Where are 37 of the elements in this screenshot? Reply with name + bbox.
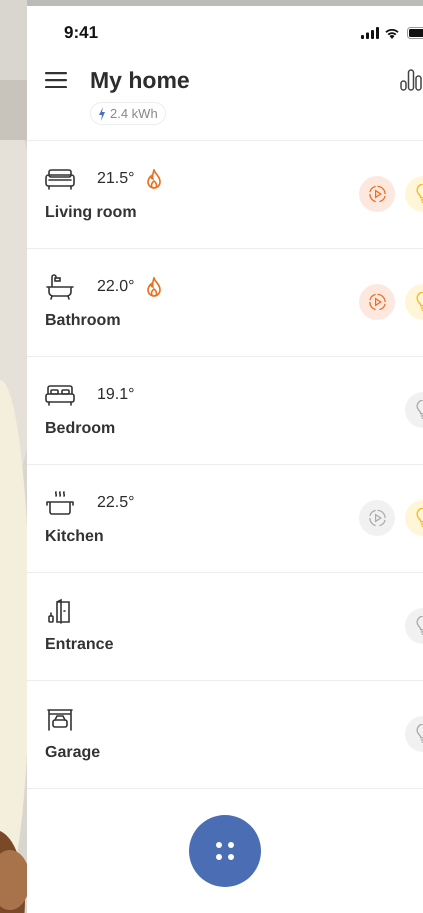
temperature: 19.1° — [97, 386, 135, 404]
lightning-icon — [98, 106, 106, 120]
page-title: My home — [90, 66, 190, 94]
bed-icon — [45, 382, 75, 408]
energy-value: 2.4 kWh — [110, 106, 158, 121]
room-name: Garage — [45, 744, 100, 762]
room-name: Kitchen — [45, 528, 105, 546]
grid-dots-icon — [214, 840, 236, 862]
menu-icon[interactable] — [45, 72, 67, 88]
room-row[interactable]: 22.0° Bathroom — [27, 248, 423, 356]
signal-icon — [361, 27, 379, 39]
temperature: 22.0° — [97, 278, 135, 296]
garage-icon — [45, 706, 75, 732]
room-row[interactable]: Entrance — [27, 572, 423, 680]
status-time: 9:41 — [64, 23, 98, 43]
temperature: 22.5° — [97, 494, 135, 512]
room-row[interactable]: Garage — [27, 680, 423, 788]
media-button[interactable] — [359, 176, 395, 212]
room-name: Bathroom — [45, 312, 122, 330]
play-icon — [368, 184, 386, 204]
room-name: Living room — [45, 204, 138, 222]
wifi-icon — [384, 27, 400, 39]
room-row[interactable]: 22.5° Kitchen — [27, 464, 423, 572]
cooking-pot-icon — [45, 490, 75, 516]
media-button[interactable] — [359, 284, 395, 320]
bar-chart-icon[interactable] — [400, 69, 422, 91]
battery-icon — [405, 27, 423, 39]
sofa-icon — [45, 166, 75, 192]
room-row[interactable]: 21.5° Living room — [27, 140, 423, 248]
play-icon — [368, 292, 386, 312]
temperature: 21.5° — [97, 170, 135, 188]
room-row[interactable]: 19.1° Bedroom — [27, 356, 423, 464]
room-name: Entrance — [45, 636, 114, 654]
room-name: Bedroom — [45, 420, 116, 438]
media-button[interactable] — [359, 500, 395, 536]
bathtub-icon — [45, 274, 75, 300]
play-icon — [368, 508, 386, 528]
